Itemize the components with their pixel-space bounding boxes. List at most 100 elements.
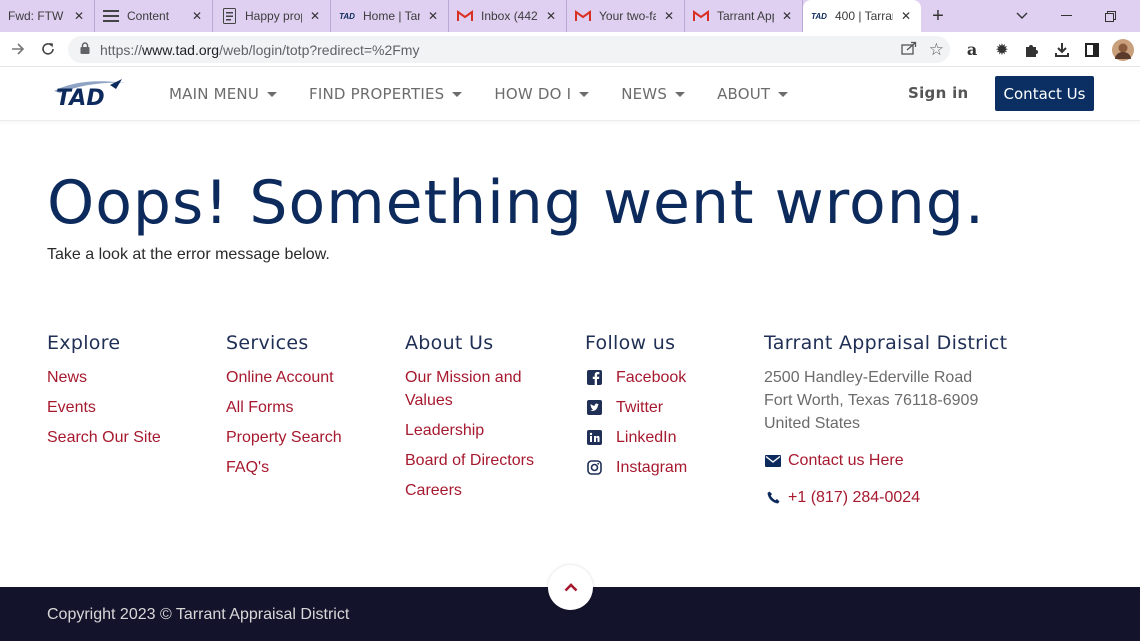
browser-tab-active[interactable]: TAD 400 | Tarran ✕ (803, 0, 921, 32)
download-icon[interactable] (1047, 32, 1077, 67)
settings-extension-icon[interactable]: ✹ (987, 32, 1017, 67)
puzzle-extensions-icon[interactable] (1017, 32, 1047, 67)
browser-tab-strip: Fwd: FTW N ✕ Content ✕ Happy prop ✕ TAD … (0, 0, 1140, 32)
link-label: LinkedIn (616, 429, 677, 446)
footer-link-faqs[interactable]: FAQ's (226, 456, 342, 479)
nav-label: FIND PROPERTIES (309, 85, 445, 103)
contact-us-here-link[interactable]: Contact us Here (764, 449, 1007, 472)
footer-heading: Explore (47, 332, 121, 354)
nav-find-properties[interactable]: FIND PROPERTIES (309, 85, 463, 103)
browser-toolbar: https://www.tad.org/web/login/totp?redir… (0, 32, 1140, 67)
tad-icon: TAD (339, 11, 355, 21)
tab-title: Home | Tarr (363, 9, 420, 23)
forward-icon[interactable] (3, 34, 33, 64)
browser-tab[interactable]: Tarrant App ✕ (685, 0, 803, 32)
close-icon[interactable]: ✕ (780, 9, 794, 23)
link-label: Twitter (616, 399, 664, 416)
linkedin-icon (585, 429, 603, 447)
footer-follow: Follow us Facebook Twitter LinkedIn Inst… (585, 332, 687, 486)
copyright-text: Copyright 2023 © Tarrant Appraisal Distr… (47, 606, 350, 623)
back-to-top-button[interactable] (548, 565, 593, 610)
close-icon[interactable]: ✕ (544, 9, 558, 23)
new-tab-icon[interactable]: + (921, 5, 955, 28)
gmail-icon (575, 8, 591, 24)
tab-title: Inbox (442) (481, 9, 538, 23)
footer-link-leadership[interactable]: Leadership (405, 419, 555, 442)
footer-link-facebook[interactable]: Facebook (585, 366, 687, 389)
address-bar[interactable]: https://www.tad.org/web/login/totp?redir… (68, 36, 950, 63)
nav-about[interactable]: ABOUT (717, 85, 789, 103)
phone-icon (764, 491, 782, 504)
footer-link-online-account[interactable]: Online Account (226, 366, 342, 389)
side-panel-icon[interactable] (1077, 32, 1107, 67)
footer-explore: Explore News Events Search Our Site (47, 332, 161, 456)
nav-label: NEWS (621, 85, 668, 103)
footer-link-property-search[interactable]: Property Search (226, 426, 342, 449)
browser-tab[interactable]: TAD Home | Tarr ✕ (331, 0, 449, 32)
close-icon[interactable]: ✕ (662, 9, 676, 23)
footer-link-events[interactable]: Events (47, 396, 161, 419)
footer-link-search[interactable]: Search Our Site (47, 426, 161, 449)
minimize-icon[interactable] (1044, 0, 1088, 32)
footer-link-news[interactable]: News (47, 366, 161, 389)
browser-tab[interactable]: Happy prop ✕ (213, 0, 331, 32)
nav-main-menu[interactable]: MAIN MENU (169, 85, 278, 103)
tab-title: Happy prop (245, 9, 302, 23)
footer-heading: Tarrant Appraisal District (764, 332, 1008, 354)
profile-avatar[interactable] (1108, 32, 1138, 67)
chevron-up-icon (564, 579, 578, 597)
reload-icon[interactable] (33, 34, 63, 64)
browser-tab[interactable]: Your two-fa ✕ (567, 0, 685, 32)
bookmark-star-icon[interactable]: ☆ (929, 40, 944, 60)
restore-icon[interactable] (1088, 0, 1132, 32)
instagram-icon (585, 459, 603, 477)
url-text[interactable]: https://www.tad.org/web/login/totp?redir… (100, 42, 419, 58)
footer-link-instagram[interactable]: Instagram (585, 456, 687, 479)
doc-icon (221, 8, 237, 24)
close-icon[interactable]: ✕ (308, 9, 322, 23)
sign-in-link[interactable]: Sign in (908, 84, 969, 102)
tab-title: Your two-fa (599, 9, 656, 23)
tad-logo[interactable]: TAD (50, 77, 128, 111)
lock-icon[interactable] (80, 42, 90, 57)
browser-tab[interactable]: Fwd: FTW N ✕ (0, 0, 95, 32)
nav-label: ABOUT (717, 85, 771, 103)
gmail-icon (693, 8, 709, 24)
footer-link-all-forms[interactable]: All Forms (226, 396, 342, 419)
link-label: +1 (817) 284-0024 (788, 489, 921, 506)
address-line: United States (764, 415, 861, 432)
close-icon[interactable]: ✕ (72, 9, 86, 23)
amazon-extension-icon[interactable]: a (957, 32, 987, 67)
close-icon[interactable]: ✕ (426, 9, 440, 23)
tab-title: Content (127, 9, 170, 23)
contact-us-button[interactable]: Contact Us (995, 76, 1094, 111)
nav-how-do-i[interactable]: HOW DO I (494, 85, 590, 103)
browser-tab[interactable]: Inbox (442) ✕ (449, 0, 567, 32)
footer-link-mission[interactable]: Our Mission and Values (405, 366, 555, 412)
browser-tab[interactable]: Content ✕ (95, 0, 213, 32)
nav-news[interactable]: NEWS (621, 85, 686, 103)
address-line: Fort Worth, Texas 76118-6909 (764, 392, 979, 409)
close-icon[interactable]: ✕ (190, 9, 204, 23)
list-icon (103, 8, 119, 24)
caret-down-icon (267, 91, 278, 97)
footer-heading: About Us (405, 332, 494, 354)
footer-link-careers[interactable]: Careers (405, 479, 555, 502)
tab-search-icon[interactable] (1000, 0, 1044, 32)
footer-services: Services Online Account All Forms Proper… (226, 332, 342, 486)
envelope-icon (764, 454, 782, 467)
footer-link-board[interactable]: Board of Directors (405, 449, 555, 472)
footer-link-twitter[interactable]: Twitter (585, 396, 687, 419)
phone-link[interactable]: +1 (817) 284-0024 (764, 486, 1007, 509)
tab-title: Fwd: FTW N (8, 9, 66, 23)
twitter-icon (585, 399, 603, 417)
link-label: Facebook (616, 369, 687, 386)
share-icon[interactable] (901, 41, 917, 59)
tad-icon: TAD (811, 11, 827, 21)
gmail-icon (457, 8, 473, 24)
address-line: 2500 Handley-Ederville Road (764, 369, 973, 386)
close-icon[interactable]: ✕ (899, 9, 913, 23)
url-host: www.tad.org (142, 41, 220, 58)
url-path: /web/login/totp?redirect=%2Fmy (219, 41, 420, 58)
footer-link-linkedin[interactable]: LinkedIn (585, 426, 687, 449)
